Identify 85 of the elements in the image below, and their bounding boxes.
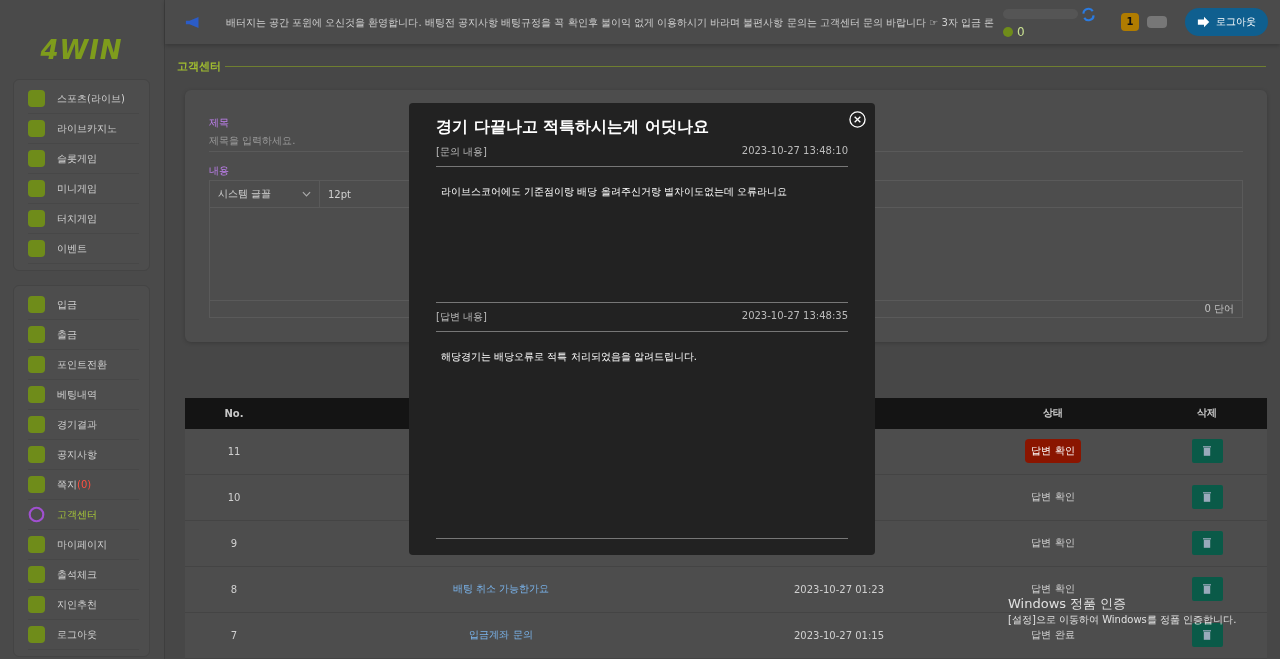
status-badge[interactable]: 답변 확인 — [1025, 485, 1081, 510]
logout-button[interactable]: 로그아웃 — [1185, 8, 1268, 37]
sidebar-item[interactable]: 터치게임 — [57, 211, 97, 226]
tile-icon — [28, 150, 45, 167]
column-header: No. — [223, 408, 245, 419]
tile-icon — [28, 626, 45, 643]
answer-text: 해당경기는 배당오류로 적특 처리되었음을 알려드립니다. — [441, 351, 697, 362]
tile-icon — [28, 296, 45, 313]
status-badge[interactable]: 답변 확인 — [1025, 531, 1081, 556]
status-badge[interactable]: 답변 확인 — [1025, 439, 1081, 464]
sidebar-item[interactable]: 공지사항 — [57, 447, 97, 462]
notice-text: 배터지는 공간 포윈에 오신것을 환영합니다. 배팅전 공지사항 배팅규정을 꼭 확인후 불이익 없게 이용하시기 바라며 불편사항 문의는 고객센터 문의 바랍니다 ☞ 3자 입금 론 — [224, 15, 996, 29]
section-label: [문의 내용] — [436, 145, 487, 159]
trash-icon — [1203, 446, 1211, 457]
level-badge: 1 — [1121, 13, 1139, 32]
sidebar-item[interactable]: 입금 — [57, 297, 77, 312]
delete-button[interactable] — [1191, 439, 1223, 464]
sidebar-item[interactable]: 미니게임 — [57, 181, 97, 196]
activation-text: [설정]으로 이동하여 Windows를 정품 인증합니다. — [1008, 613, 1237, 627]
column-header: 상태 — [1042, 406, 1064, 421]
sidebar-item[interactable]: 마이페이지 — [57, 537, 107, 552]
sidebar-item[interactable]: 이벤트 — [57, 241, 87, 256]
point-coin-icon — [1003, 26, 1013, 37]
delete-button[interactable] — [1191, 577, 1223, 602]
delete-button[interactable] — [1191, 485, 1223, 510]
sidebar-item[interactable]: 고객센터 — [57, 507, 97, 522]
tile-icon — [28, 566, 45, 583]
sidebar-item[interactable]: 라이브카지노 — [57, 121, 117, 136]
table-cell-text: 8 — [229, 584, 239, 595]
caret-icon — [302, 191, 311, 198]
sidebar-item[interactable]: 출금 — [57, 327, 77, 342]
tile-icon — [28, 326, 45, 343]
tile-icon — [28, 356, 45, 373]
section-label: [답변 내용] — [436, 310, 487, 324]
tile-icon — [28, 210, 45, 227]
tile-icon — [28, 90, 45, 107]
activation-title: Windows 정품 인증 — [1008, 595, 1128, 613]
points-value: 0 — [1017, 24, 1025, 39]
table-cell-text: 9 — [229, 538, 239, 549]
sidebar-item[interactable]: 포인트전환 — [57, 357, 107, 372]
sidebar-item[interactable]: 경기결과 — [57, 417, 97, 432]
table-cell-text: 10 — [226, 492, 242, 503]
delete-button[interactable] — [1191, 623, 1223, 648]
close-button[interactable] — [849, 111, 866, 128]
table-cell-text: 11 — [226, 446, 242, 457]
exit-icon — [1197, 15, 1211, 30]
tile-icon — [28, 240, 45, 257]
tile-icon — [28, 120, 45, 137]
inquiry-link[interactable]: 입금계좌 문의 — [469, 629, 533, 641]
trash-icon — [1203, 538, 1211, 549]
subject-label: 제목 — [209, 116, 229, 131]
table-cell-text: 7 — [229, 630, 239, 641]
sidebar-item[interactable]: 슬롯게임 — [57, 151, 97, 166]
tile-icon — [28, 416, 45, 433]
inquiry-link[interactable]: 배팅 취소 가능한가요 — [452, 583, 550, 595]
tile-icon — [28, 446, 45, 463]
tile-icon — [28, 476, 45, 493]
trash-icon — [1203, 492, 1211, 503]
column-header: 삭제 — [1196, 406, 1218, 421]
delete-button[interactable] — [1191, 531, 1223, 556]
tile-icon — [28, 596, 45, 613]
tile-icon — [28, 180, 45, 197]
tile-icon — [28, 386, 45, 403]
tile-icon — [28, 536, 45, 553]
trash-icon — [1203, 584, 1211, 595]
sidebar-item[interactable]: 스포츠(라이브) — [57, 91, 125, 106]
modal-title: 경기 다끝나고 적특하시는게 어딧나요 — [436, 117, 710, 138]
sidebar-item[interactable]: 베팅내역 — [57, 387, 97, 402]
sidebar-item[interactable]: 로그아웃 — [57, 627, 97, 642]
sidebar-item[interactable]: 쪽지(0) — [57, 477, 92, 492]
table-cell: 2023-10-27 01:23 — [793, 584, 885, 595]
font-dropdown[interactable]: 시스템 글꼴 — [210, 181, 320, 208]
word-count: 0 단어 — [1204, 303, 1234, 314]
nickname-blur — [1147, 16, 1167, 29]
trash-icon — [1203, 630, 1211, 641]
page-title: 고객센터 — [177, 58, 221, 74]
sidebar-item[interactable]: 지인추천 — [57, 597, 97, 612]
refresh-icon[interactable] — [1080, 5, 1097, 23]
close-icon — [849, 111, 866, 128]
timestamp: 2023-10-27 13:48:10 — [741, 145, 848, 158]
table-cell: 2023-10-27 01:15 — [793, 630, 885, 641]
sidebar-item[interactable]: 출석체크 — [57, 567, 97, 582]
question-text: 라이브스코어에도 기준점이랑 배당 올려주신거랑 별차이도없는데 오류라니요 — [441, 186, 787, 197]
content-label: 내용 — [209, 164, 229, 179]
timestamp: 2023-10-27 13:48:35 — [741, 310, 848, 323]
